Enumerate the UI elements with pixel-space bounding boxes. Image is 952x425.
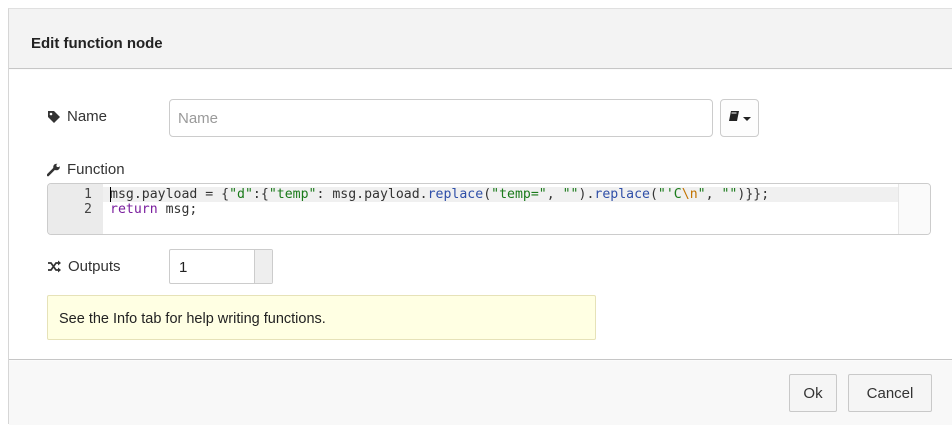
help-tip-text: See the Info tab for help writing functi…	[59, 311, 326, 327]
name-label-text: Name	[67, 108, 108, 125]
text-cursor	[110, 187, 111, 202]
code-line[interactable]: msg.payload = {"d":{"temp": msg.payload.…	[110, 187, 769, 202]
dialog-footer: Ok Cancel	[9, 361, 952, 425]
outputs-label-text: Outputs	[68, 258, 121, 275]
function-label-text: Function	[67, 161, 125, 178]
help-tip: See the Info tab for help writing functi…	[47, 295, 596, 340]
code-editor[interactable]: 1 2 msg.payload = {"d":{"temp": msg.payl…	[47, 183, 931, 235]
function-label: Function	[47, 161, 125, 178]
name-label: Name	[47, 108, 107, 125]
outputs-value[interactable]: 1	[179, 259, 187, 276]
cancel-button[interactable]: Cancel	[848, 374, 932, 412]
outputs-label: Outputs	[47, 258, 121, 275]
edit-function-dialog: Edit function node Name Function	[8, 8, 952, 425]
dialog-title: Edit function node	[31, 35, 163, 52]
caret-down-icon	[743, 109, 751, 127]
line-number-gutter: 1 2	[48, 184, 103, 234]
wrench-icon	[47, 163, 61, 177]
line-number: 1	[84, 187, 92, 202]
outputs-spinner[interactable]: 1	[169, 249, 273, 284]
dialog-body: Name Function 1 2 msg.payload = {"d":{"t	[9, 70, 952, 360]
name-input[interactable]	[169, 99, 713, 137]
dialog-header: Edit function node	[9, 9, 952, 69]
code-line[interactable]: return msg;	[110, 202, 197, 217]
book-icon	[728, 109, 740, 127]
ok-button[interactable]: Ok	[789, 374, 837, 412]
outputs-spin-button[interactable]	[254, 250, 272, 283]
line-number: 2	[84, 202, 92, 217]
editor-scrollbar[interactable]	[898, 184, 930, 234]
library-button[interactable]	[720, 99, 759, 137]
random-icon	[47, 260, 62, 273]
tag-icon	[47, 110, 61, 124]
